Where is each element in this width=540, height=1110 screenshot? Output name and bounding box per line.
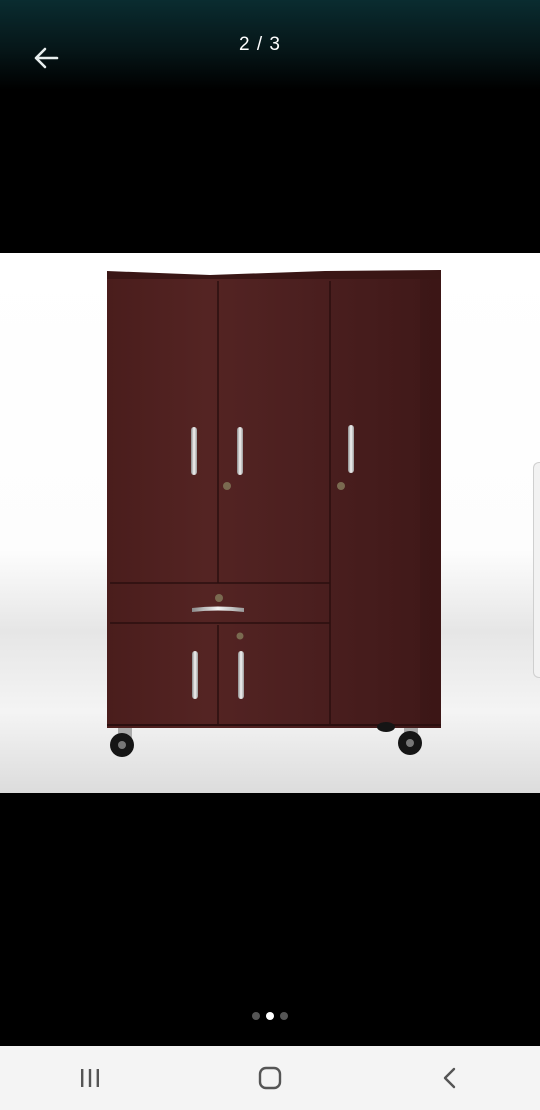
edge-panel-handle[interactable] (533, 462, 540, 678)
recents-button[interactable] (60, 1048, 120, 1108)
page-indicator (0, 1012, 540, 1020)
home-button[interactable] (240, 1048, 300, 1108)
page-dot-2[interactable] (266, 1012, 274, 1020)
recents-icon (81, 1069, 99, 1087)
wardrobe-illustration (107, 270, 441, 757)
system-navigation-bar (0, 1046, 540, 1110)
top-bar: 2 / 3 (0, 0, 540, 90)
system-back-button[interactable] (420, 1048, 480, 1108)
product-image[interactable] (0, 253, 540, 793)
home-icon (258, 1066, 282, 1090)
page-dot-3[interactable] (280, 1012, 288, 1020)
page-dot-1[interactable] (252, 1012, 260, 1020)
image-counter: 2 / 3 (239, 34, 281, 55)
back-chevron-icon (443, 1067, 456, 1089)
